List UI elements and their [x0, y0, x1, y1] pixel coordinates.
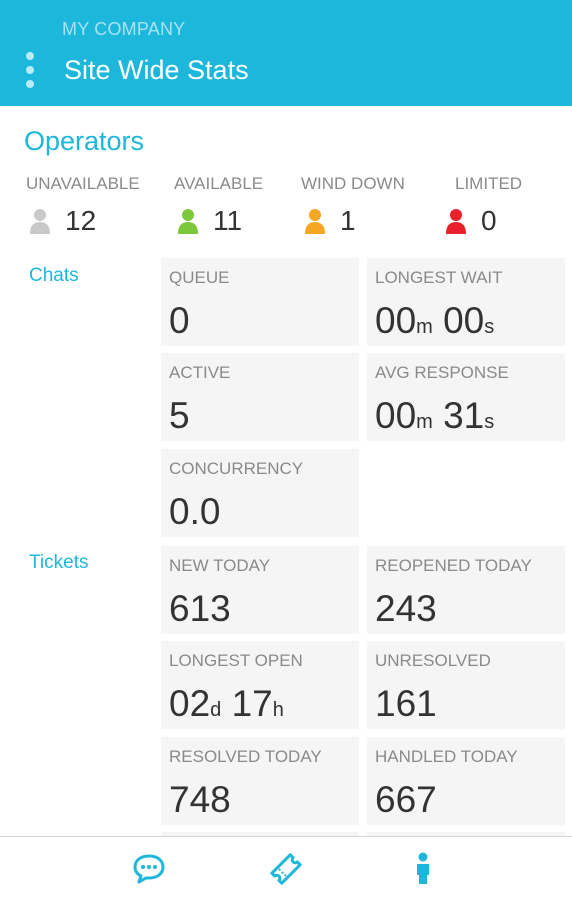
unresolved-card: UNRESOLVED 161	[367, 641, 565, 729]
ticket-icon[interactable]	[268, 851, 304, 887]
resolved-today-card: RESOLVED TODAY 748	[161, 737, 359, 825]
status-count: 1	[340, 205, 356, 236]
card-label: LONGEST OPEN	[169, 651, 303, 670]
card-value: 613	[169, 588, 231, 629]
card-label: RESOLVED TODAY	[169, 747, 322, 766]
status-count: 0	[481, 205, 497, 236]
card-label: REOPENED TODAY	[375, 556, 532, 575]
status-label-unavailable: UNAVAILABLE	[26, 174, 140, 193]
status-limited: 0	[445, 205, 497, 237]
person-icon	[305, 209, 325, 234]
status-wind-down: 1	[304, 205, 356, 237]
menu-dot-icon	[26, 66, 34, 74]
card-label: LONGEST WAIT	[375, 268, 503, 287]
queue-card: QUEUE 0	[161, 258, 359, 346]
card-value: 0.0	[169, 491, 221, 532]
operators-title: Operators	[24, 126, 145, 156]
card-label: ACTIVE	[169, 363, 231, 382]
menu-dot-icon	[26, 52, 34, 60]
person-icon	[30, 209, 50, 234]
card-value: 243	[375, 588, 437, 629]
company-name: MY COMPANY	[62, 19, 186, 39]
card-value: 0	[169, 300, 190, 341]
page-title: Site Wide Stats	[64, 55, 249, 85]
longest-wait-card: LONGEST WAIT 00m 00s	[367, 258, 565, 346]
tickets-label: Tickets	[29, 552, 89, 573]
chats-label: Chats	[29, 265, 79, 286]
person-icon	[178, 209, 198, 234]
card-value: 667	[375, 779, 437, 820]
card-value: 161	[375, 683, 437, 724]
longest-open-card: LONGEST OPEN 02d 17h	[161, 641, 359, 729]
menu-dot-icon	[26, 80, 34, 88]
card-value: 748	[169, 779, 231, 820]
status-label-available: AVAILABLE	[174, 174, 264, 193]
new-today-card: NEW TODAY 613	[161, 546, 359, 634]
status-label-limited: LIMITED	[455, 174, 523, 193]
card-value: 00m 00s	[375, 300, 495, 341]
status-available: 11	[177, 205, 242, 237]
card-value: 00m 31s	[375, 395, 495, 436]
status-label-wind-down: WIND DOWN	[301, 174, 405, 193]
card-value: 5	[169, 395, 190, 436]
chat-bubble-icon[interactable]	[131, 851, 167, 887]
card-label: HANDLED TODAY	[375, 747, 518, 766]
status-count: 11	[213, 205, 243, 236]
person-icon[interactable]	[405, 851, 441, 887]
bottom-nav	[0, 836, 572, 900]
status-count: 12	[65, 205, 97, 236]
card-label: QUEUE	[169, 268, 230, 287]
status-unavailable: 12	[29, 205, 96, 237]
overflow-menu-button[interactable]	[22, 50, 38, 90]
reopened-today-card: REOPENED TODAY 243	[367, 546, 565, 634]
active-card: ACTIVE 5	[161, 353, 359, 441]
card-label: NEW TODAY	[169, 556, 271, 575]
card-label: CONCURRENCY	[169, 459, 304, 478]
handled-today-card: HANDLED TODAY 667	[367, 737, 565, 825]
avg-response-card: AVG RESPONSE 00m 31s	[367, 353, 565, 441]
card-label: AVG RESPONSE	[375, 363, 509, 382]
app-header: MY COMPANY Site Wide Stats	[0, 0, 572, 106]
concurrency-card: CONCURRENCY 0.0	[161, 449, 359, 537]
card-label: UNRESOLVED	[375, 651, 491, 670]
person-icon	[446, 209, 466, 234]
card-value: 02d 17h	[169, 683, 284, 724]
